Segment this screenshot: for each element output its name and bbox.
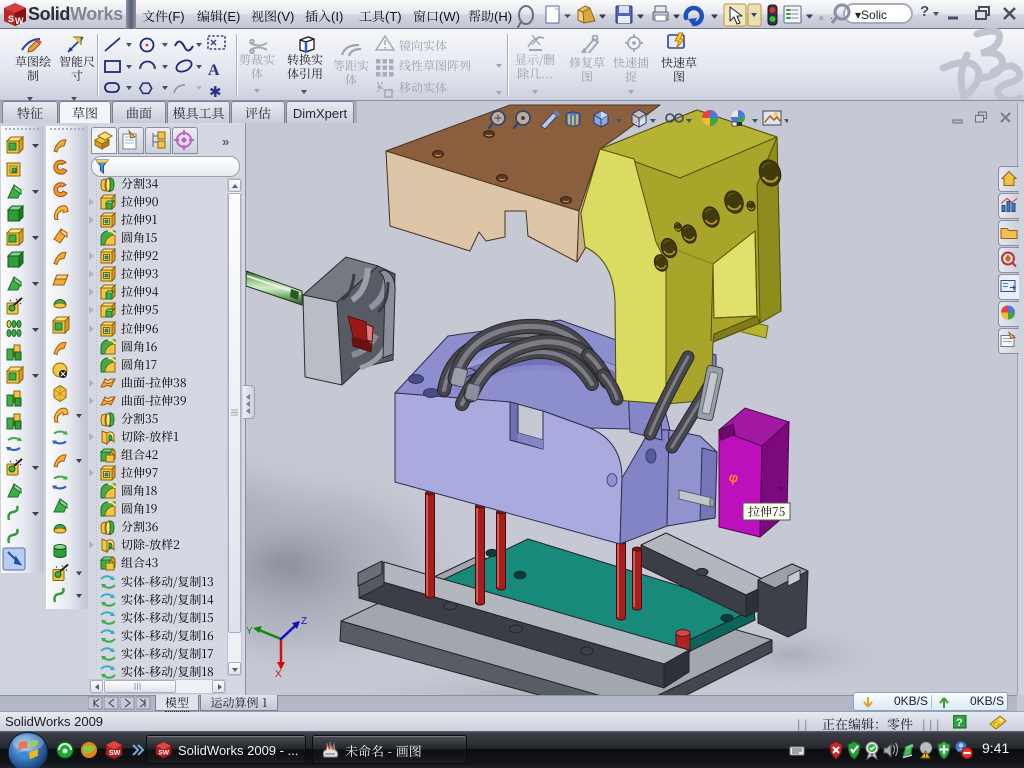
svg-text:?: ? [956, 717, 963, 729]
svg-text:SW: SW [109, 748, 121, 758]
svg-text:Z: Z [301, 616, 307, 627]
svg-text:SW: SW [158, 746, 169, 756]
svg-text:X: X [275, 669, 282, 680]
svg-text:!: ! [925, 751, 927, 760]
svg-text:S: S [8, 14, 14, 24]
svg-text:Y: Y [246, 626, 253, 637]
svg-text:W: W [15, 16, 24, 26]
svg-text:拉伸75: 拉伸75 [748, 503, 786, 520]
svg-text:A: A [208, 62, 220, 79]
svg-text:✱: ✱ [209, 81, 222, 101]
